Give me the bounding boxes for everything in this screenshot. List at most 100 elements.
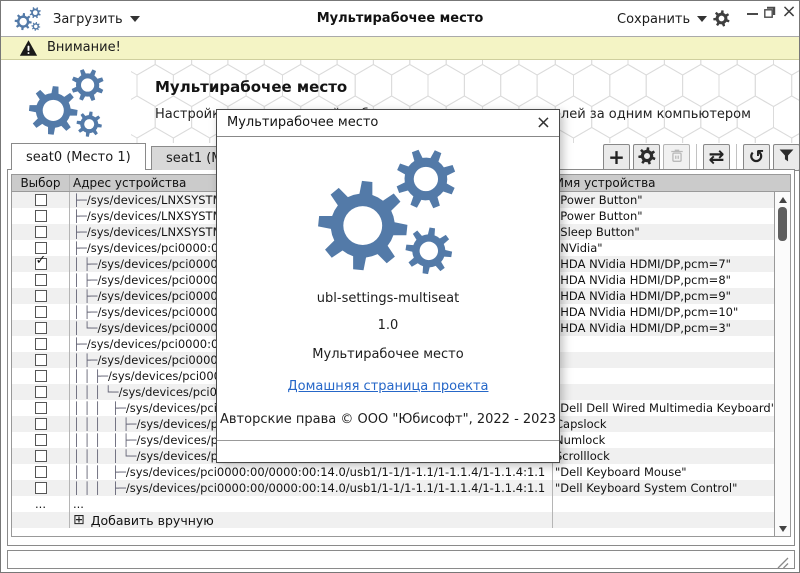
checkbox[interactable] <box>35 306 47 318</box>
filter-button[interactable] <box>773 144 800 171</box>
table-row[interactable]: │ │ │ ├─/sys/devices/pci0000:00/0000:00:… <box>12 480 774 496</box>
tree-branch-glyph: ├─ <box>73 337 87 351</box>
checkbox[interactable] <box>35 354 47 366</box>
row-name-cell: "HDA NVidia HDMI/DP,pcm=8" <box>553 272 774 288</box>
device-settings-button[interactable] <box>633 144 660 171</box>
row-name-cell: "HDA NVidia HDMI/DP,pcm=7" <box>553 256 774 272</box>
checkbox[interactable] <box>35 338 47 350</box>
row-name-cell: "HDA NVidia HDMI/DP,pcm=9" <box>553 288 774 304</box>
toolbar-separator <box>696 144 697 171</box>
scroll-down-icon <box>779 526 787 532</box>
maximize-button[interactable] <box>763 5 777 19</box>
tree-branch-glyph: │ │ │ └─ <box>73 385 119 399</box>
row-select-cell <box>12 192 70 208</box>
checkbox[interactable] <box>35 402 47 414</box>
close-button[interactable]: × <box>781 2 797 20</box>
tree-branch-glyph: │ ├─ <box>73 273 97 287</box>
add-manual-row[interactable]: ⊞ Добавить вручную <box>12 512 774 528</box>
dialog-app-logo-icon <box>304 144 472 284</box>
checkbox[interactable] <box>35 210 47 222</box>
app-logo-icon <box>13 6 43 36</box>
tree-branch-glyph: │ │ │ ├─ <box>73 481 126 495</box>
row-select-cell <box>12 432 70 448</box>
vertical-scrollbar[interactable] <box>774 192 790 536</box>
checkbox[interactable] <box>35 226 47 238</box>
row-name-cell: "Dell Dell Wired Multimedia Keyboard" <box>553 400 774 416</box>
add-manual-label: Добавить вручную <box>91 513 214 528</box>
device-path: /sys/devices/pci0000:00/0000:00:14.0/usb… <box>126 465 545 479</box>
tree-branch-glyph: │ │ │ │ ├─ <box>73 433 136 447</box>
column-header-select: Выбор <box>12 175 70 191</box>
check-icon: ✓ <box>36 256 47 268</box>
swap-devices-button[interactable]: ⇄ <box>703 144 730 171</box>
load-button-label: Загрузить <box>53 12 123 27</box>
add-box-icon: ⊞ <box>73 512 85 528</box>
row-select-cell <box>12 464 70 480</box>
checkbox[interactable] <box>35 466 47 478</box>
dialog-title-bar[interactable]: Мультирабочее место × <box>217 110 559 137</box>
row-address-cell: ... <box>70 496 553 512</box>
checkbox[interactable] <box>35 434 47 446</box>
trash-icon <box>668 147 686 169</box>
row-select-cell <box>12 512 70 528</box>
checkbox[interactable] <box>35 274 47 286</box>
add-device-button[interactable]: + <box>603 144 630 171</box>
minimize-icon <box>747 13 758 15</box>
dialog-close-button[interactable]: × <box>536 111 551 135</box>
scroll-up-button[interactable] <box>775 193 790 206</box>
delete-device-button <box>663 144 690 171</box>
minimize-button[interactable] <box>745 7 759 21</box>
load-button[interactable]: Загрузить <box>53 9 140 29</box>
tree-branch-glyph: ├─ <box>73 209 87 223</box>
dialog-app-name: Мультирабочее место <box>217 347 559 362</box>
row-address-cell: │ │ │ ├─/sys/devices/pci0000:00/0000:00:… <box>70 464 553 480</box>
checkbox-checked[interactable]: ✓ <box>35 258 47 270</box>
top-bar: Загрузить Мультирабочее место Сохранить … <box>1 1 799 37</box>
save-button-label: Сохранить <box>617 12 690 27</box>
row-select-cell <box>12 352 70 368</box>
row-select-cell <box>12 480 70 496</box>
toolbar-separator <box>736 144 737 171</box>
checkbox[interactable] <box>35 242 47 254</box>
resize-grip[interactable] <box>775 554 790 573</box>
row-select-cell: ... <box>12 496 70 512</box>
project-homepage-link[interactable]: Домашняя страница проекта <box>288 379 489 394</box>
row-name-cell: "HDA NVidia HDMI/DP,pcm=3" <box>553 320 774 336</box>
checkbox[interactable] <box>35 482 47 494</box>
tree-branch-glyph: │ ├─ <box>73 289 97 303</box>
checkbox[interactable] <box>35 322 47 334</box>
reset-button[interactable]: ↺ <box>743 144 770 171</box>
row-select-cell <box>12 288 70 304</box>
row-name-cell: "Power Button" <box>553 208 774 224</box>
row-select-cell <box>12 400 70 416</box>
scrollbar-thumb[interactable] <box>778 207 787 241</box>
tree-branch-glyph: │ │ │ │ ├─ <box>73 417 136 431</box>
save-button[interactable]: Сохранить <box>617 9 707 29</box>
tab-seat0[interactable]: seat0 (Место 1) <box>11 143 146 170</box>
checkbox[interactable] <box>35 290 47 302</box>
ellipsis-row[interactable]: ...... <box>12 496 774 512</box>
tree-branch-glyph: │ │ │ ├─ <box>73 465 126 479</box>
settings-gear-button[interactable] <box>712 9 731 32</box>
row-name-cell: Capslock <box>553 416 774 432</box>
row-name-cell <box>553 368 774 384</box>
row-name-cell: "Sleep Button" <box>553 224 774 240</box>
checkbox[interactable] <box>35 450 47 462</box>
row-address-cell: ⊞ Добавить вручную <box>70 512 553 528</box>
row-select-cell <box>12 272 70 288</box>
table-row[interactable]: │ │ │ ├─/sys/devices/pci0000:00/0000:00:… <box>12 464 774 480</box>
dialog-copyright: Авторские права © ООО "Юбисофт", 2022 - … <box>217 412 559 427</box>
page-title: Мультирабочее место <box>155 78 347 96</box>
dialog-title: Мультирабочее место <box>227 110 378 136</box>
row-name-cell: "Dell Keyboard Mouse" <box>553 464 774 480</box>
row-select-cell <box>12 336 70 352</box>
checkbox[interactable] <box>35 194 47 206</box>
checkbox[interactable] <box>35 370 47 382</box>
row-select-cell <box>12 224 70 240</box>
row-name-cell <box>553 496 774 512</box>
scroll-down-button[interactable] <box>775 522 790 535</box>
checkbox[interactable] <box>35 418 47 430</box>
checkbox[interactable] <box>35 386 47 398</box>
row-select-cell <box>12 304 70 320</box>
warning-icon <box>19 39 38 61</box>
